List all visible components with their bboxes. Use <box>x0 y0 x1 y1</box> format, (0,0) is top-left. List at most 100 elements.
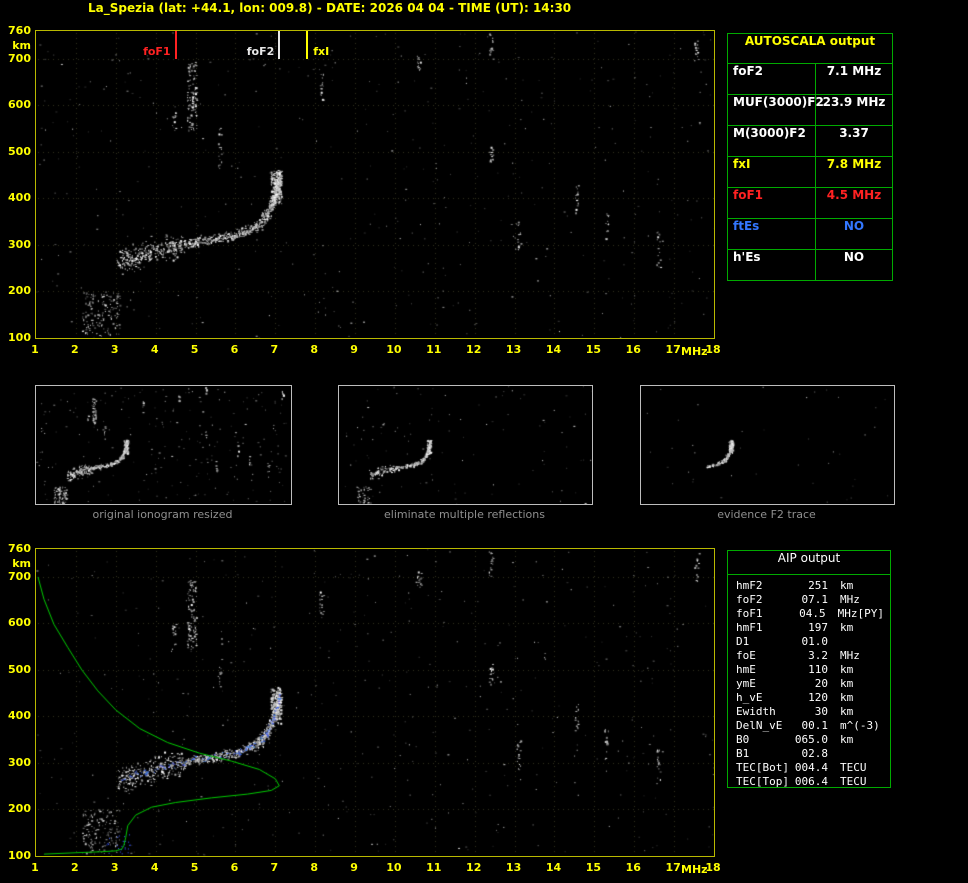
y-tick-label: 600 <box>8 98 31 112</box>
thumbnail-caption: eliminate multiple reflections <box>384 508 545 521</box>
x-tick-label: 11 <box>426 861 442 874</box>
table-row: foE 3.2 MHz <box>736 649 888 663</box>
x-tick-label: 14 <box>545 861 562 874</box>
aip-param-value: 004.4 <box>794 761 828 774</box>
aip-param-value: 30 <box>814 705 828 718</box>
y-tick-label: 760 <box>8 24 31 37</box>
y-tick-label: 700 <box>8 51 31 65</box>
table-row: foF2 07.1 MHz <box>736 593 888 607</box>
table-row-label: foF1 <box>728 188 816 218</box>
aip-param-label: foF2 <box>736 593 763 606</box>
aip-param-extra <box>867 761 889 775</box>
aip-param-extra <box>860 593 888 607</box>
aip-param-unit: km <box>840 733 854 746</box>
aip-param-extra <box>880 719 888 733</box>
aip-param-extra <box>853 691 888 705</box>
thumbnail-original-ionogram <box>35 385 292 505</box>
aip-param-value: 04.5 <box>799 607 826 620</box>
aip-param-label: TEC[Top] <box>736 775 789 788</box>
aip-table-title: AIP output <box>728 551 890 575</box>
x-tick-label: 9 <box>350 343 358 356</box>
x-tick-label: 13 <box>505 343 522 356</box>
x-tick-label: 9 <box>350 861 358 874</box>
thumbnail-caption: original ionogram resized <box>92 508 233 521</box>
table-row: ymE 20 km <box>736 677 888 691</box>
aip-param-value: 006.4 <box>794 775 828 788</box>
marker-label-fxI: fxI <box>313 45 330 58</box>
x-tick-label: 6 <box>230 861 239 874</box>
table-row-label: h'Es <box>728 250 816 280</box>
thumbnail-eliminate-reflections <box>338 385 593 505</box>
aip-param-extra: [PY] <box>857 607 885 620</box>
y-tick-label: 700 <box>8 569 31 583</box>
aip-output-table: AIP output hmF2 251 km foF2 07.1 MHz foF1 04.5 M… <box>727 550 891 788</box>
aip-param-extra <box>853 705 888 719</box>
y-tick-label: 400 <box>8 191 31 205</box>
aip-param-unit: TECU <box>840 775 867 788</box>
page-title: La_Spezia (lat: +44.1, lon: 009.8) - DAT… <box>88 1 572 15</box>
table-row: hmE 110 km <box>736 663 888 677</box>
aip-param-extra <box>853 663 888 677</box>
table-row: M(3000)F2 3.37 <box>728 126 892 157</box>
table-row: DelN_vE 00.1 m^(-3) <box>736 719 888 733</box>
thumbnail-canvas-evidence <box>641 386 894 504</box>
thumbnail-canvas-eliminate <box>339 386 592 504</box>
table-row-value: 7.1 MHz <box>826 64 882 78</box>
table-row: B1 02.8 <box>736 747 888 761</box>
aip-param-label: B1 <box>736 747 750 760</box>
table-row-value: 7.8 MHz <box>826 157 882 171</box>
autoscala-table-title: AUTOSCALA output <box>728 34 892 64</box>
aip-param-unit <box>828 747 840 761</box>
y-tick-label: 200 <box>8 284 31 298</box>
ionogram-plot-profile <box>35 548 715 857</box>
aip-param-unit: MHz <box>837 607 858 620</box>
x-tick-label: 5 <box>190 861 199 874</box>
aip-param-unit: km <box>840 705 854 718</box>
y-axis-unit-label: km <box>12 39 31 52</box>
table-row-value: 23.9 MHz <box>822 95 886 109</box>
aip-param-label: hmF1 <box>736 621 763 634</box>
aip-param-label: foF1 <box>736 607 763 620</box>
aip-param-value: 01.0 <box>801 635 829 648</box>
y-tick-label: 500 <box>8 662 31 676</box>
table-row: hmF2 251 km <box>736 579 888 593</box>
x-tick-label: 12 <box>466 343 482 356</box>
marker-line-foF1 <box>174 31 177 59</box>
x-tick-label: 2 <box>71 861 79 874</box>
aip-param-label: Ewidth <box>736 705 776 718</box>
aip-param-unit: TECU <box>840 761 867 774</box>
table-row: h'Es NO <box>728 250 892 280</box>
table-row: TEC[Bot] 004.4 TECU <box>736 761 888 775</box>
x-tick-label: 1 <box>31 343 39 356</box>
ionogram-canvas-profile <box>36 549 714 856</box>
aip-param-label: B0 <box>736 733 750 746</box>
table-row: foF1 04.5 MHz [PY] <box>736 607 888 621</box>
aip-param-label: foE <box>736 649 756 662</box>
aip-param-unit: km <box>840 691 854 704</box>
aip-param-unit: km <box>840 677 854 690</box>
x-tick-label: 8 <box>310 861 318 874</box>
aip-param-extra <box>840 635 888 649</box>
table-row: hmF1 197 km <box>736 621 888 635</box>
table-row: TEC[Top] 006.4 TECU <box>736 775 888 789</box>
aip-param-label: h_vE <box>736 691 763 704</box>
x-tick-label: 4 <box>150 343 159 356</box>
table-row-value: NO <box>843 250 865 264</box>
x-tick-label: 11 <box>426 343 442 356</box>
aip-param-unit: m^(-3) <box>840 719 880 732</box>
table-row: h_vE 120 km <box>736 691 888 705</box>
y-tick-label: 300 <box>8 755 31 769</box>
x-tick-label: 13 <box>505 861 522 874</box>
table-row: Ewidth 30 km <box>736 705 888 719</box>
x-tick-label: 7 <box>270 861 279 874</box>
table-row-label: ftEs <box>728 219 816 249</box>
x-tick-label: 15 <box>585 343 601 356</box>
aip-param-unit: km <box>840 663 854 676</box>
autoscala-output-table: AUTOSCALA output foF2 7.1 MHz MUF(3000)F2 2… <box>727 33 893 281</box>
table-row-label: MUF(3000)F2 <box>728 95 824 125</box>
aip-param-label: TEC[Bot] <box>736 761 789 774</box>
thumbnail-caption: evidence F2 trace <box>717 508 816 521</box>
aip-param-extra <box>853 733 888 747</box>
aip-param-unit: km <box>840 621 854 634</box>
aip-param-extra <box>853 621 888 635</box>
